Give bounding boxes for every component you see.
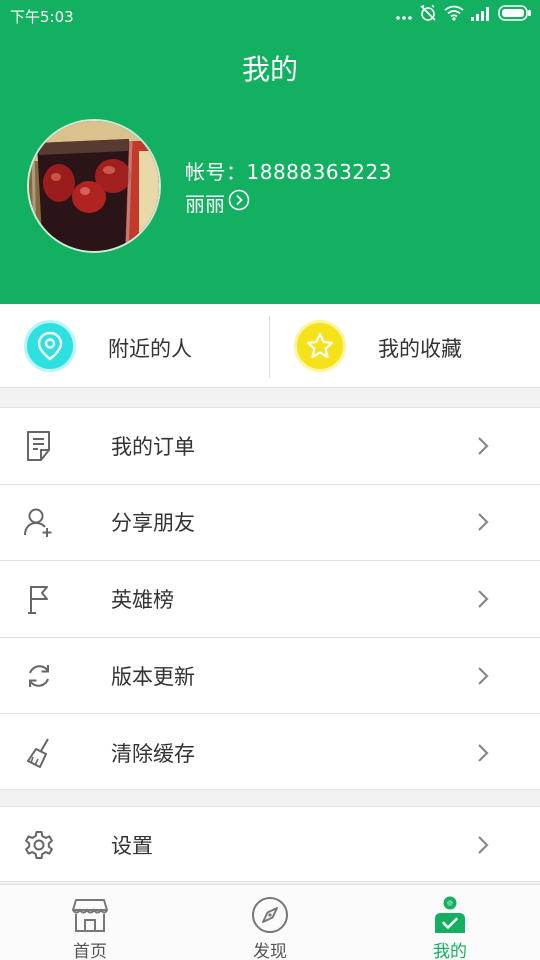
battery-icon [498, 5, 532, 25]
chevron-right-icon [476, 742, 490, 764]
tab-discover[interactable]: 发现 [180, 885, 360, 960]
flag-icon [22, 582, 56, 616]
quick-actions: 附近的人 我的收藏 [0, 304, 540, 388]
signal-icon [471, 6, 491, 25]
status-bar: 下午5:03 [0, 0, 540, 30]
alarm-off-icon [419, 4, 437, 26]
menu-label: 版本更新 [111, 664, 195, 689]
menu-label: 英雄榜 [111, 587, 174, 612]
bottom-tab-bar: 首页 发现 我的 [0, 884, 540, 960]
chevron-right-icon [476, 435, 490, 457]
menu-item-leaderboard[interactable]: 英雄榜 [0, 561, 540, 638]
menu-list: 我的订单 分享朋友 英雄榜 版本更新 清除缓存 [0, 407, 540, 790]
menu-item-orders[interactable]: 我的订单 [0, 408, 540, 485]
chevron-right-icon [476, 834, 490, 856]
menu-item-settings[interactable]: 设置 [0, 807, 540, 883]
menu-item-clear-cache[interactable]: 清除缓存 [0, 714, 540, 791]
account-number: 帐号：18888363223 [185, 160, 392, 184]
broom-icon [22, 736, 56, 770]
menu-item-update[interactable]: 版本更新 [0, 638, 540, 715]
status-icons [396, 4, 532, 26]
my-favorites-button[interactable]: 我的收藏 [270, 304, 540, 388]
more-dots-icon [396, 6, 412, 25]
nearby-people-label: 附近的人 [108, 337, 192, 361]
page-title: 我的 [241, 53, 298, 86]
menu-label: 清除缓存 [111, 741, 195, 766]
compass-icon [250, 895, 290, 935]
menu-item-share[interactable]: 分享朋友 [0, 485, 540, 562]
nickname-link[interactable]: 丽丽 [185, 188, 250, 217]
location-pin-icon [24, 320, 76, 372]
tab-mine[interactable]: 我的 [360, 885, 540, 960]
nearby-people-button[interactable]: 附近的人 [0, 304, 270, 388]
chevron-right-icon [476, 588, 490, 610]
tab-discover-label: 发现 [253, 942, 287, 960]
profile-icon [430, 895, 470, 935]
my-favorites-label: 我的收藏 [378, 337, 462, 361]
star-icon [294, 320, 346, 372]
add-friend-icon [22, 505, 56, 539]
settings-list: 设置 [0, 806, 540, 882]
avatar[interactable] [27, 119, 161, 253]
store-icon [70, 895, 110, 935]
tab-mine-label: 我的 [433, 942, 467, 960]
menu-label: 分享朋友 [111, 511, 195, 536]
menu-label: 我的订单 [111, 434, 195, 459]
chevron-right-icon [476, 665, 490, 687]
wifi-icon [444, 5, 464, 25]
refresh-icon [22, 659, 56, 693]
tab-home[interactable]: 首页 [0, 885, 180, 960]
chevron-right-circle-icon [228, 189, 250, 216]
status-time: 下午5:03 [10, 8, 74, 26]
tab-home-label: 首页 [73, 942, 107, 960]
gear-icon [22, 828, 56, 862]
nickname: 丽丽 [185, 192, 225, 216]
chevron-right-icon [476, 511, 490, 533]
profile-header: 下午5:03 我的 帐号：18888363223 丽丽 [0, 0, 540, 304]
menu-label: 设置 [111, 834, 153, 858]
order-document-icon [22, 429, 56, 463]
